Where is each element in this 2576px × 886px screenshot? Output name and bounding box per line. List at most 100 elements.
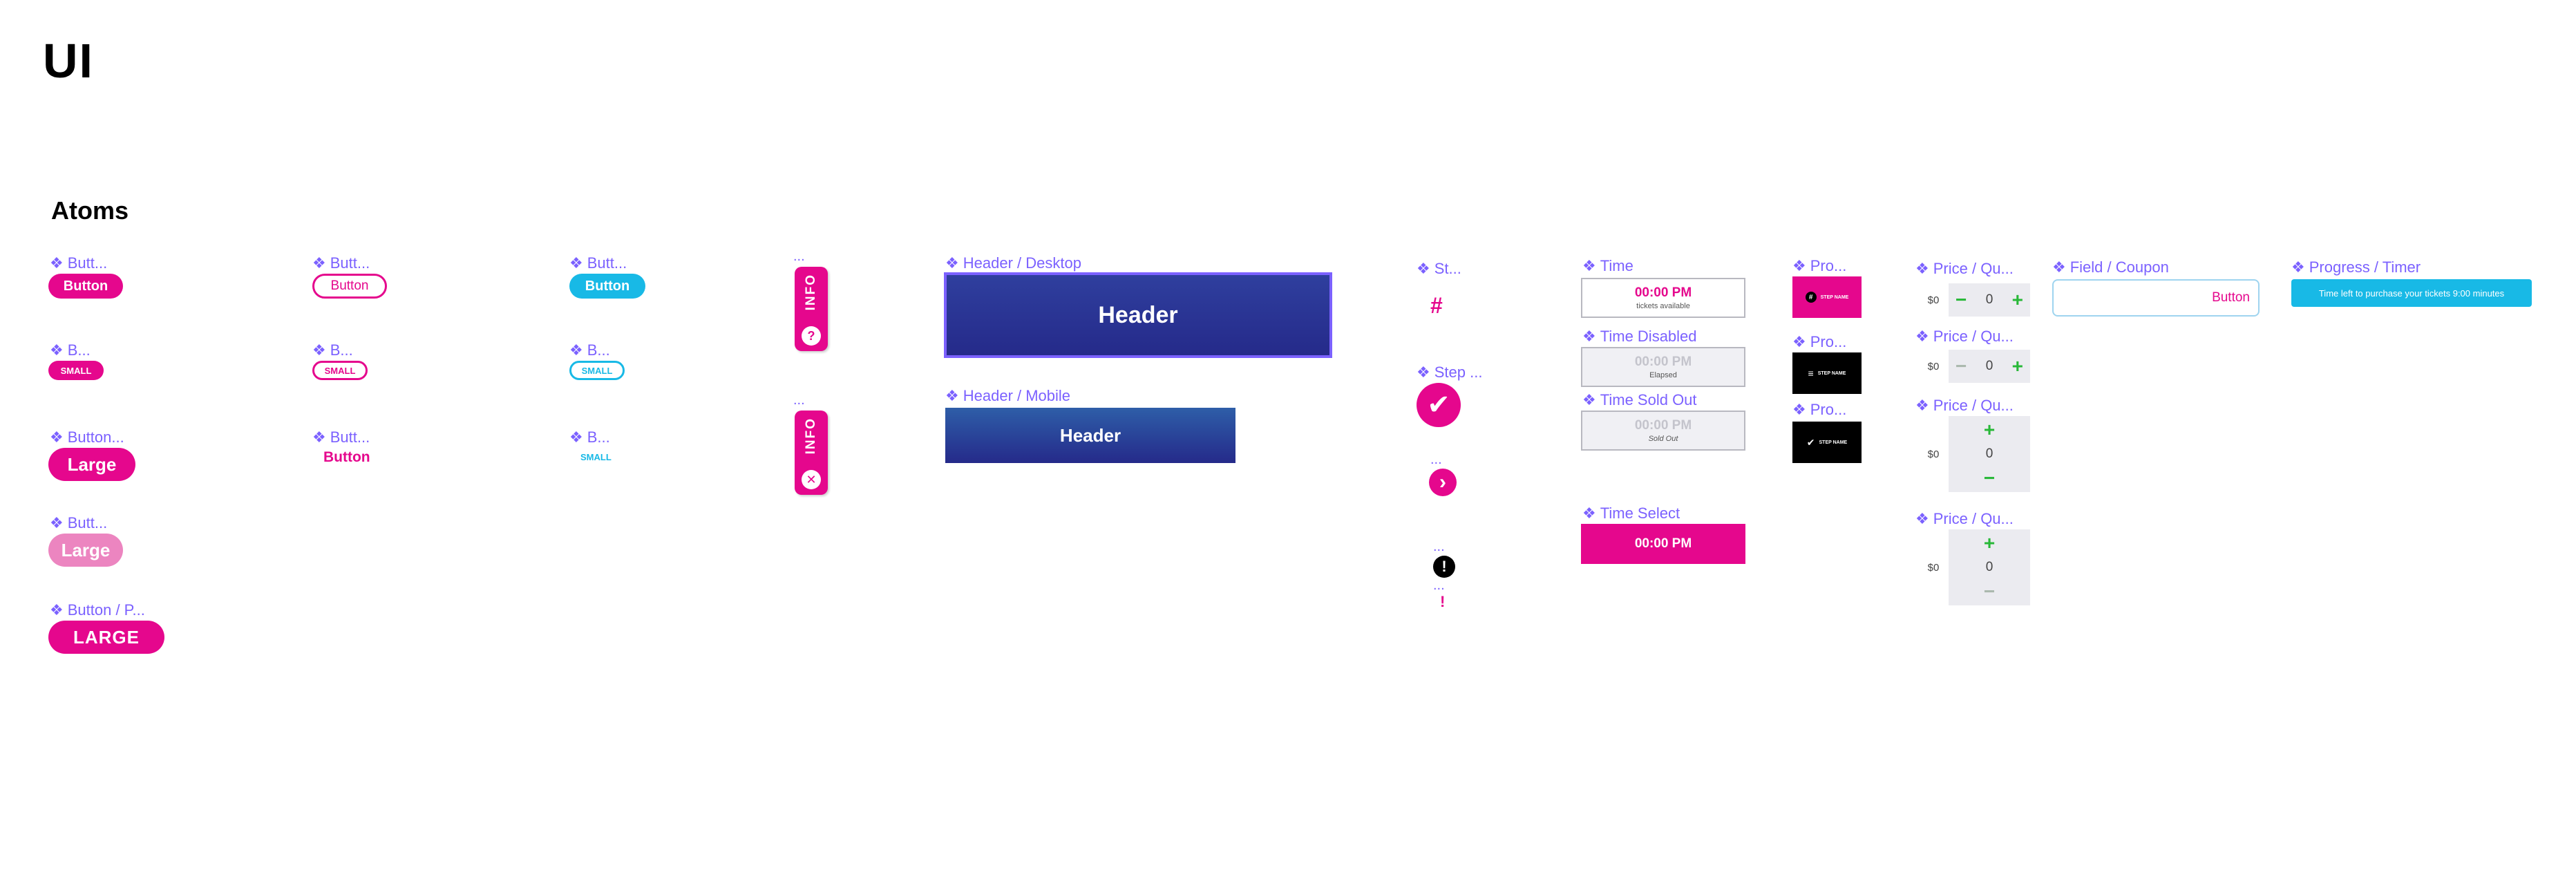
component-label: ❖ Field / Coupon: [2052, 258, 2169, 276]
component-icon: ❖: [569, 341, 583, 359]
time-slot[interactable]: 00:00 PM tickets available: [1581, 278, 1745, 318]
component-icon: ❖: [1417, 364, 1430, 381]
price: $0: [1927, 448, 1940, 460]
large-light-button[interactable]: Large: [48, 534, 123, 567]
component-label: ❖ Time: [1582, 257, 1633, 274]
info-tab-label: INFO: [804, 417, 818, 455]
component-label: ❖ Butt...: [569, 254, 627, 272]
info-tab-open[interactable]: INFO ✕: [795, 411, 828, 495]
component-icon: ❖: [312, 254, 326, 272]
component-icon: ❖: [50, 514, 64, 531]
step-name: STEP NAME: [1820, 294, 1849, 300]
component-icon: ❖: [1417, 260, 1430, 277]
text-button[interactable]: Button: [323, 449, 370, 466]
component-label: ❖ Pro...: [1792, 257, 1847, 274]
quantity-stepper: − 0 +: [1949, 283, 2030, 317]
coupon-apply-button[interactable]: Button: [2212, 290, 2250, 305]
component-icon: ❖: [1792, 401, 1806, 418]
component-icon: ❖: [312, 341, 326, 359]
component-label: ❖ B...: [50, 341, 91, 359]
small-text-button[interactable]: SMALL: [580, 452, 612, 462]
coupon-field[interactable]: Button: [2052, 279, 2260, 317]
component-icon: ❖: [50, 254, 64, 272]
minus-button[interactable]: −: [1984, 582, 1995, 601]
component-label: ❖ Time Sold Out: [1582, 391, 1697, 408]
primary-button[interactable]: Button: [48, 274, 123, 299]
minus-button[interactable]: −: [1955, 357, 1967, 376]
large-button[interactable]: Large: [48, 448, 135, 481]
component-label: ❖ Butt...: [50, 254, 108, 272]
component-label: ❖ Price / Qu...: [1915, 397, 2014, 414]
component-icon: ❖: [569, 254, 583, 272]
component-label: ❖ Butt...: [312, 254, 370, 272]
header-desktop: Header: [944, 272, 1332, 358]
component-label: ❖ Butt...: [50, 514, 108, 531]
step-name: STEP NAME: [1817, 370, 1846, 376]
plus-button[interactable]: +: [2012, 357, 2023, 376]
component-icon: ❖: [569, 428, 583, 446]
time-value: 00:00 PM: [1634, 285, 1692, 300]
time-slot-disabled: 00:00 PM Elapsed: [1581, 347, 1745, 387]
minus-button[interactable]: −: [1984, 469, 1995, 488]
component-label: ❖ St...: [1417, 260, 1461, 277]
component-icon: ❖: [1915, 260, 1929, 277]
component-label: ❖ Step ...: [1417, 364, 1483, 381]
component-label: ❖ Button...: [50, 428, 124, 446]
component-icon: ❖: [945, 254, 959, 272]
minus-button[interactable]: −: [1955, 290, 1967, 310]
info-tab-label: INFO: [804, 274, 818, 311]
time-slot-sold-out: 00:00 PM Sold Out: [1581, 411, 1745, 451]
component-icon: ❖: [1582, 257, 1596, 274]
small-cyan-outline-button[interactable]: SMALL: [569, 361, 625, 380]
time-subtext: Sold Out: [1648, 435, 1678, 443]
cyan-button[interactable]: Button: [569, 274, 645, 299]
time-subtext: tickets available: [1636, 302, 1690, 310]
component-icon: ❖: [2291, 258, 2305, 276]
component-label: ❖ Butt...: [312, 428, 370, 446]
plus-button[interactable]: +: [1984, 420, 1995, 440]
price-quantity: $0 − 0 +: [1918, 350, 2030, 383]
component-label: ❖ Button / P...: [50, 601, 145, 619]
quantity-value: 0: [1985, 359, 1993, 373]
list-icon: ≡: [1808, 368, 1814, 379]
quantity-stepper: + 0 −: [1949, 416, 2030, 492]
component-label: ...: [1430, 452, 1442, 467]
small-outline-button[interactable]: SMALL: [312, 361, 368, 380]
alert-icon: !: [1433, 556, 1455, 578]
component-label: ❖ Price / Qu...: [1915, 510, 2014, 527]
component-label: ...: [1433, 539, 1445, 554]
check-icon: ✔: [1806, 436, 1815, 448]
component-icon: ❖: [1582, 391, 1596, 408]
component-icon: ❖: [1582, 505, 1596, 522]
step-arrow-icon[interactable]: ›: [1429, 469, 1457, 496]
time-slot-selected[interactable]: 00:00 PM: [1581, 524, 1745, 564]
small-button[interactable]: SMALL: [48, 361, 104, 380]
step-check-icon: ✔: [1417, 383, 1461, 427]
section-title: Atoms: [51, 196, 129, 225]
progress-step-complete: ✔ STEP NAME: [1792, 422, 1862, 463]
component-label: ❖ Header / Desktop: [945, 254, 1081, 272]
quantity-value: 0: [1985, 446, 1993, 461]
step-name: STEP NAME: [1819, 440, 1848, 445]
component-label: ❖ Progress / Timer: [2291, 258, 2421, 276]
outline-button[interactable]: Button: [312, 274, 387, 299]
component-label: ❖ Time Disabled: [1582, 328, 1697, 345]
header-mobile: Header: [945, 408, 1235, 463]
plus-button[interactable]: +: [1984, 534, 1995, 553]
component-icon: ❖: [50, 428, 64, 446]
quantity-value: 0: [1985, 560, 1993, 574]
progress-step-active: # STEP NAME: [1792, 276, 1862, 318]
component-label: ❖ B...: [569, 428, 610, 446]
price: $0: [1927, 561, 1940, 574]
plus-button[interactable]: +: [2012, 290, 2023, 310]
component-label: ❖ Time Select: [1582, 505, 1680, 522]
component-icon: ❖: [1582, 328, 1596, 345]
info-tab[interactable]: INFO ?: [795, 267, 828, 351]
price-quantity: $0 − 0 +: [1918, 283, 2030, 317]
component-icon: ❖: [945, 387, 959, 404]
page-title: UI: [43, 34, 94, 88]
component-icon: ❖: [1915, 510, 1929, 527]
component-icon: ❖: [1915, 397, 1929, 414]
component-label: ❖ B...: [312, 341, 353, 359]
large-caps-button[interactable]: LARGE: [48, 621, 164, 654]
